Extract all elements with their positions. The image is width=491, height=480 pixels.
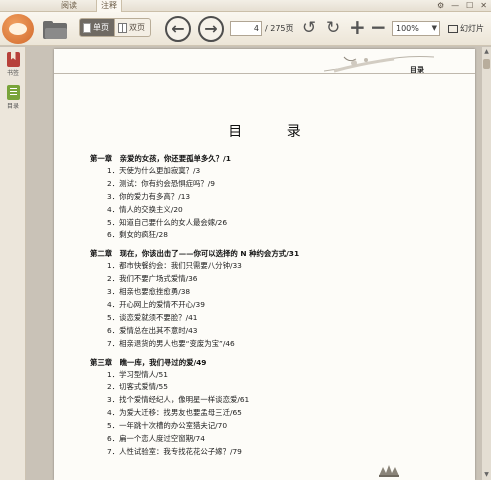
page-total: / 275页 — [265, 24, 294, 33]
scroll-down-icon[interactable]: ▼ — [482, 470, 491, 480]
toc-entry[interactable]: 2．我们不要广场式爱情/36 — [90, 273, 470, 286]
tab-read[interactable]: 阅读 — [56, 0, 82, 12]
toc-entry[interactable]: 6．剩女的疯狂/28 — [90, 229, 470, 242]
header-rule — [54, 73, 475, 74]
document-page: 目录 目 录 第一章 亲爱的女孩，你还要孤单多久？/1 1．天使为什么更加寂寞？… — [54, 49, 475, 480]
toc-entry[interactable]: 4．为爱大迁移：找男友也要孟母三迁/65 — [90, 407, 470, 420]
zoom-select[interactable]: 100% ▼ — [392, 21, 440, 36]
toc-entry[interactable]: 4．情人的交换主义/20 — [90, 204, 470, 217]
toc-entry[interactable]: 1．天使为什么更加寂寞？/3 — [90, 165, 470, 178]
app-logo-icon[interactable] — [2, 14, 34, 44]
rotate-right-icon[interactable]: ↻ — [326, 18, 340, 38]
bookmark-icon — [6, 52, 20, 67]
toc-entry[interactable]: 3．相亲也要愈挫愈勇/38 — [90, 286, 470, 299]
slideshow-label: 幻灯片 — [460, 24, 484, 33]
toc-entry[interactable]: 3．你的爱力有多高？/13 — [90, 191, 470, 204]
tab-note[interactable]: 注释 — [96, 0, 122, 12]
toc-entry[interactable]: 7．人性试验室：我专找花花公子嫁？/79 — [90, 446, 470, 459]
next-page-button[interactable]: → — [198, 16, 224, 42]
toc-entry[interactable]: 3．找个爱情经纪人，像明星一样谈恋爱/61 — [90, 394, 470, 407]
page-number-input[interactable]: 4 — [230, 21, 262, 36]
zoom-in-icon[interactable]: + — [349, 17, 366, 37]
single-page-label: 单页 — [93, 23, 109, 32]
page-header: 目录 — [54, 49, 475, 79]
scrollbar-thumb[interactable] — [483, 59, 490, 69]
table-of-contents: 第一章 亲爱的女孩，你还要孤单多久？/1 1．天使为什么更加寂寞？/3 2．测试… — [90, 152, 470, 459]
sidebar-item-label: 书签 — [6, 70, 19, 77]
chapter-heading[interactable]: 第一章 亲爱的女孩，你还要孤单多久？/1 — [90, 152, 470, 165]
slideshow-button[interactable]: 幻灯片 — [448, 21, 484, 36]
left-sidebar: 书签 目录 — [0, 47, 26, 480]
rotate-left-icon[interactable]: ↺ — [302, 18, 316, 38]
zoom-out-icon[interactable]: − — [370, 17, 387, 37]
minimize-button[interactable]: — — [451, 0, 459, 12]
title-bar: 阅读 注释 ⚙ — ☐ ✕ — [0, 0, 491, 12]
toc-entry[interactable]: 5．谈恋爱就须不要脸？/41 — [90, 312, 470, 325]
toc-entry[interactable]: 1．都市快餐约会：我们只需要八分钟/33 — [90, 260, 470, 273]
chapter-heading[interactable]: 第二章 现在，你该出击了——你可以选择的 N 种约会方式/31 — [90, 247, 470, 260]
zoom-value: 100% — [396, 24, 419, 33]
previous-page-button[interactable]: ← — [165, 16, 191, 42]
toc-entry[interactable]: 6．爱情总在出其不意时/43 — [90, 325, 470, 338]
single-page-button[interactable]: 单页 — [79, 18, 115, 37]
close-button[interactable]: ✕ — [480, 0, 487, 12]
double-page-icon — [118, 22, 127, 33]
footer-ornament — [379, 465, 399, 477]
open-folder-icon[interactable] — [43, 21, 67, 39]
settings-icon[interactable]: ⚙ — [437, 0, 444, 12]
vertical-scrollbar[interactable]: ▲ ▼ — [482, 47, 491, 480]
double-page-button[interactable]: 双页 — [115, 18, 151, 37]
sidebar-item-toc[interactable]: 目录 — [2, 85, 24, 110]
toc-entry[interactable]: 5．一年跳十次槽的办公室猎夫记/70 — [90, 420, 470, 433]
toc-entry[interactable]: 2．切客式爱情/55 — [90, 381, 470, 394]
chevron-down-icon: ▼ — [431, 24, 437, 32]
sidebar-item-label: 目录 — [6, 103, 19, 110]
sidebar-item-bookmark[interactable]: 书签 — [2, 52, 24, 77]
toc-entry[interactable]: 7．相亲退货的男人也要“变废为宝”/46 — [90, 338, 470, 351]
page-title: 目 录 — [228, 124, 321, 140]
page-view-switch: 单页 双页 — [79, 18, 151, 37]
toc-icon — [6, 85, 20, 100]
double-page-label: 双页 — [129, 23, 145, 32]
slideshow-icon — [448, 24, 458, 33]
single-page-icon — [83, 22, 91, 33]
window-controls: ⚙ — ☐ ✕ — [437, 0, 487, 12]
maximize-button[interactable]: ☐ — [466, 0, 473, 12]
toc-entry[interactable]: 4．开心网上的爱情不开心/39 — [90, 299, 470, 312]
toc-entry[interactable]: 5．知道自己要什么的女人最会嫁/26 — [90, 217, 470, 230]
toc-entry[interactable]: 6．扁一个恋人度过空窗期/74 — [90, 433, 470, 446]
chapter-heading[interactable]: 第三章 瞧一库，我们寻过的爱/49 — [90, 356, 470, 369]
scroll-up-icon[interactable]: ▲ — [482, 47, 491, 57]
toc-entry[interactable]: 1．学习型情人/51 — [90, 369, 470, 382]
document-viewer: 目录 目 录 第一章 亲爱的女孩，你还要孤单多久？/1 1．天使为什么更加寂寞？… — [27, 47, 491, 480]
toc-entry[interactable]: 2．测试：你有约会恐惧症吗？/9 — [90, 178, 470, 191]
toolbar: 单页 双页 ← → 4 / 275页 ↺ ↻ + − 100% ▼ 幻灯片 — [0, 12, 491, 46]
